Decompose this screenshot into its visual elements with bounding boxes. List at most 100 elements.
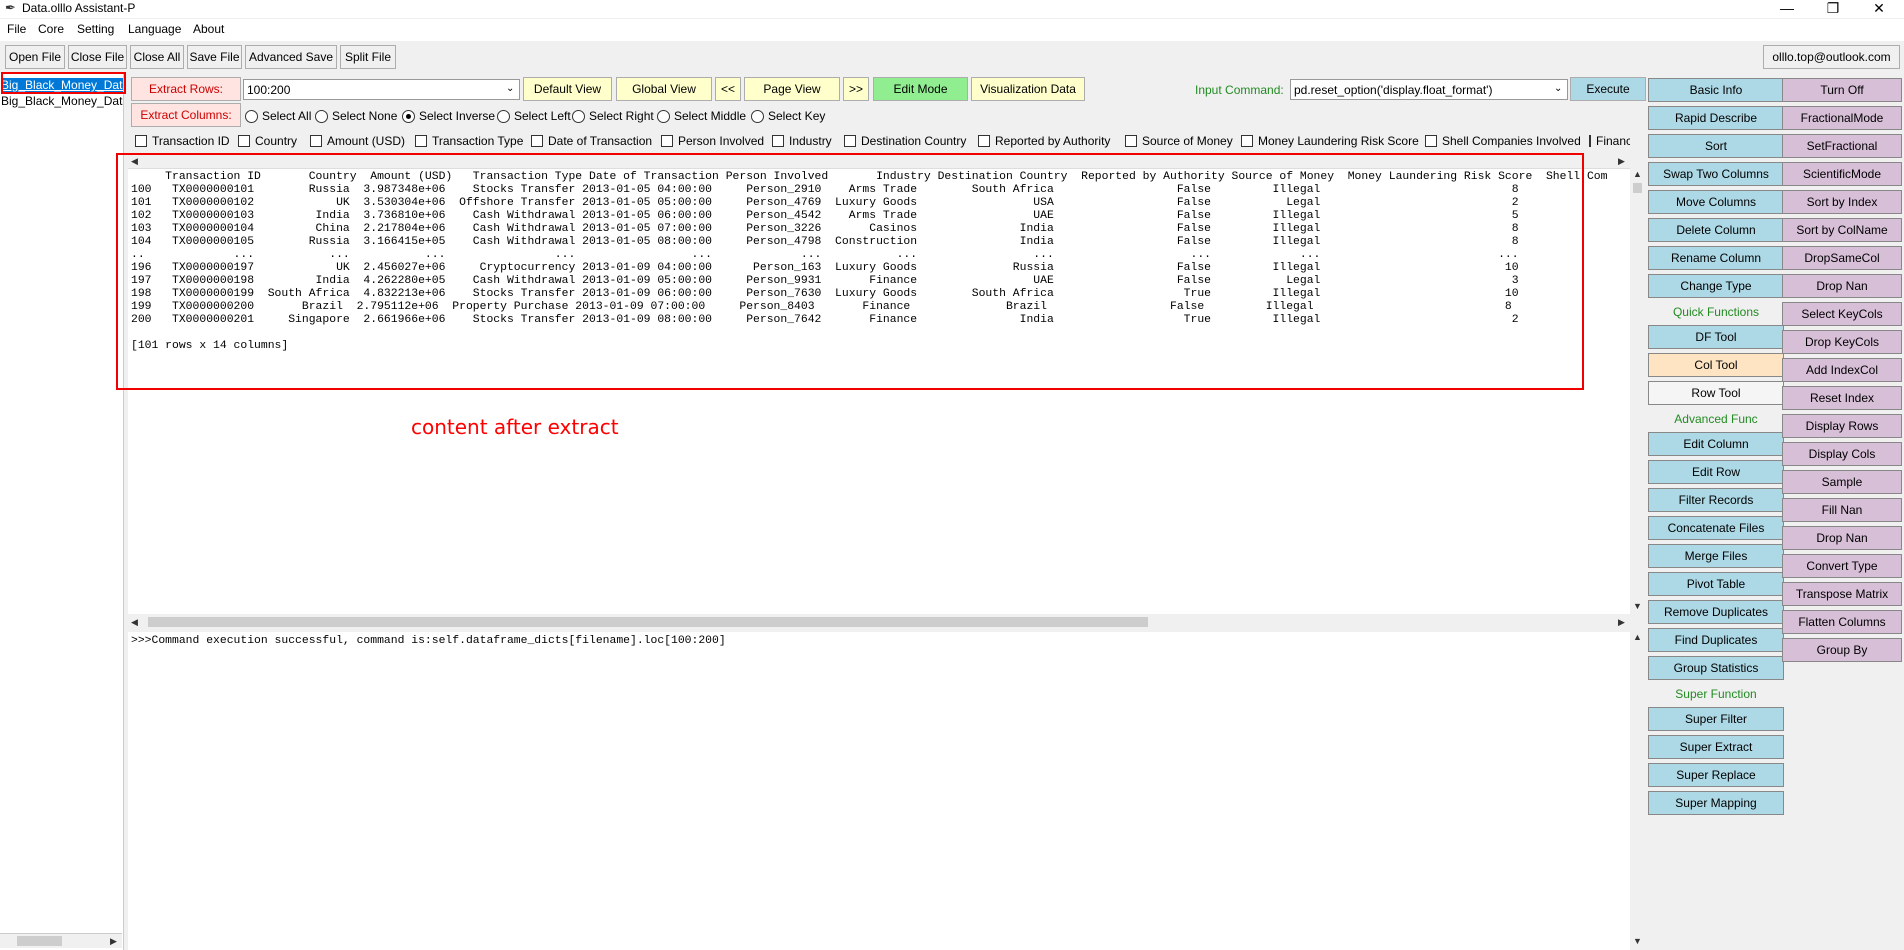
drop-nan-button-2[interactable]: Drop Nan — [1782, 526, 1902, 550]
scroll-down-icon[interactable]: ▼ — [1633, 601, 1642, 611]
super-extract-button[interactable]: Super Extract — [1648, 735, 1784, 759]
global-view-button[interactable]: Global View — [616, 77, 712, 101]
column-checkbox[interactable]: Transaction ID — [135, 134, 230, 148]
drop-nan-button[interactable]: Drop Nan — [1782, 274, 1902, 298]
super-mapping-button[interactable]: Super Mapping — [1648, 791, 1784, 815]
sample-button[interactable]: Sample — [1782, 470, 1902, 494]
scientific-mode-button[interactable]: ScientificMode — [1782, 162, 1902, 186]
command-input[interactable]: pd.reset_option('display.float_format') … — [1290, 79, 1568, 100]
maximize-icon[interactable]: ❐ — [1810, 0, 1856, 18]
sort-button[interactable]: Sort — [1648, 134, 1784, 158]
turn-off-button[interactable]: Turn Off — [1782, 78, 1902, 102]
column-checkbox[interactable]: Transaction Type — [415, 134, 523, 148]
column-checkbox[interactable]: Date of Transaction — [531, 134, 652, 148]
page-view-button[interactable]: Page View — [744, 77, 840, 101]
group-by-button[interactable]: Group By — [1782, 638, 1902, 662]
fill-nan-button[interactable]: Fill Nan — [1782, 498, 1902, 522]
checkbox[interactable] — [310, 135, 322, 147]
visualization-data-button[interactable]: Visualization Data — [971, 77, 1085, 101]
add-indexcol-button[interactable]: Add IndexCol — [1782, 358, 1902, 382]
super-filter-button[interactable]: Super Filter — [1648, 707, 1784, 731]
menu-core[interactable]: Core — [38, 22, 64, 36]
sort-by-index-button[interactable]: Sort by Index — [1782, 190, 1902, 214]
menu-language[interactable]: Language — [128, 22, 181, 36]
close-all-button[interactable]: Close All — [130, 45, 184, 69]
merge-files-button[interactable]: Merge Files — [1648, 544, 1784, 568]
scroll-right-icon[interactable]: ▶ — [1618, 156, 1625, 167]
close-file-button[interactable]: Close File — [68, 45, 127, 69]
checkbox[interactable] — [661, 135, 673, 147]
scroll-up-icon[interactable]: ▲ — [1633, 169, 1642, 179]
checkbox[interactable] — [844, 135, 856, 147]
execute-button[interactable]: Execute — [1570, 77, 1646, 101]
radio-select-middle[interactable]: Select Middle — [657, 109, 746, 123]
column-checkbox[interactable]: Shell Companies Involved — [1425, 134, 1581, 148]
radio-select-all[interactable]: Select All — [245, 109, 311, 123]
prev-page-button[interactable]: << — [715, 77, 741, 101]
group-statistics-button[interactable]: Group Statistics — [1648, 656, 1784, 680]
rename-column-button[interactable]: Rename Column — [1648, 246, 1784, 270]
file-list-scrollbar[interactable]: ▶ — [0, 933, 122, 948]
transpose-matrix-button[interactable]: Transpose Matrix — [1782, 582, 1902, 606]
rapid-describe-button[interactable]: Rapid Describe — [1648, 106, 1784, 130]
content-bottom-scrollbar[interactable]: ◀ ▶ — [128, 615, 1630, 630]
menu-setting[interactable]: Setting — [77, 22, 114, 36]
column-checkbox[interactable]: Source of Money — [1125, 134, 1233, 148]
radio-select-right[interactable]: Select Right — [572, 109, 654, 123]
convert-type-button[interactable]: Convert Type — [1782, 554, 1902, 578]
default-view-button[interactable]: Default View — [523, 77, 612, 101]
flatten-columns-button[interactable]: Flatten Columns — [1782, 610, 1902, 634]
delete-column-button[interactable]: Delete Column — [1648, 218, 1784, 242]
drop-same-col-button[interactable]: DropSameCol — [1782, 246, 1902, 270]
column-checkbox[interactable]: Person Involved — [661, 134, 764, 148]
filter-records-button[interactable]: Filter Records — [1648, 488, 1784, 512]
row-tool-button[interactable]: Row Tool — [1648, 381, 1784, 405]
email-button[interactable]: olllo.top@outlook.com — [1763, 45, 1900, 69]
concatenate-files-button[interactable]: Concatenate Files — [1648, 516, 1784, 540]
next-page-button[interactable]: >> — [843, 77, 869, 101]
radio-select-none[interactable]: Select None — [315, 109, 397, 123]
scroll-up-icon[interactable]: ▲ — [1633, 632, 1642, 642]
file-item[interactable]: Big_Black_Money_Data — [1, 94, 123, 109]
super-replace-button[interactable]: Super Replace — [1648, 763, 1784, 787]
sort-by-colname-button[interactable]: Sort by ColName — [1782, 218, 1902, 242]
column-checkbox[interactable]: Money Laundering Risk Score — [1241, 134, 1419, 148]
column-checkbox[interactable]: Country — [238, 134, 297, 148]
advanced-save-button[interactable]: Advanced Save — [245, 45, 337, 69]
basic-info-button[interactable]: Basic Info — [1648, 78, 1784, 102]
menu-about[interactable]: About — [193, 22, 224, 36]
scroll-down-icon[interactable]: ▼ — [1633, 936, 1642, 946]
menu-file[interactable]: File — [7, 22, 26, 36]
output-vertical-scrollbar[interactable]: ▲ ▼ — [1630, 632, 1645, 950]
pivot-table-button[interactable]: Pivot Table — [1648, 572, 1784, 596]
checkbox[interactable] — [415, 135, 427, 147]
set-fractional-button[interactable]: SetFractional — [1782, 134, 1902, 158]
radio-dot[interactable] — [245, 109, 258, 123]
radio-select-left[interactable]: Select Left — [497, 109, 571, 123]
checkbox[interactable] — [978, 135, 990, 147]
column-checkbox[interactable]: Financi — [1589, 134, 1630, 148]
extract-rows-select[interactable]: 100:200 ⌄ — [243, 79, 520, 100]
radio-dot[interactable] — [657, 109, 670, 123]
close-icon[interactable]: ✕ — [1856, 0, 1902, 18]
change-type-button[interactable]: Change Type — [1648, 274, 1784, 298]
content-vertical-scrollbar[interactable]: ▲ ▼ — [1630, 169, 1645, 614]
split-file-button[interactable]: Split File — [340, 45, 396, 69]
edit-column-button[interactable]: Edit Column — [1648, 432, 1784, 456]
display-rows-button[interactable]: Display Rows — [1782, 414, 1902, 438]
df-tool-button[interactable]: DF Tool — [1648, 325, 1784, 349]
column-checkbox[interactable]: Destination Country — [844, 134, 966, 148]
radio-dot[interactable] — [751, 109, 764, 123]
reset-index-button[interactable]: Reset Index — [1782, 386, 1902, 410]
radio-dot[interactable] — [402, 109, 415, 123]
column-checkbox[interactable]: Industry — [772, 134, 832, 148]
column-checkbox[interactable]: Reported by Authority — [978, 134, 1110, 148]
minimize-icon[interactable]: — — [1764, 0, 1810, 18]
scroll-thumb[interactable] — [148, 617, 1148, 627]
select-keycols-button[interactable]: Select KeyCols — [1782, 302, 1902, 326]
remove-duplicates-button[interactable]: Remove Duplicates — [1648, 600, 1784, 624]
radio-dot[interactable] — [315, 109, 328, 123]
scroll-thumb[interactable] — [17, 936, 62, 946]
radio-select-inverse[interactable]: Select Inverse — [402, 109, 495, 123]
drop-keycols-button[interactable]: Drop KeyCols — [1782, 330, 1902, 354]
